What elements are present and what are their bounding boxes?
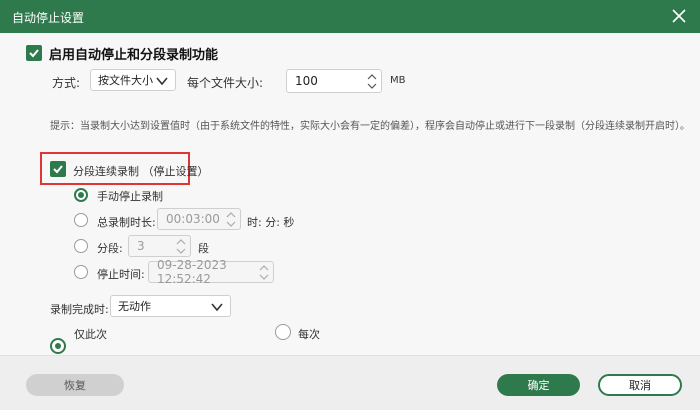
radio-once[interactable] bbox=[50, 338, 66, 354]
mode-label: 方式: bbox=[52, 76, 81, 90]
enable-checkbox[interactable] bbox=[26, 45, 42, 61]
duration-down-arrow-icon[interactable] bbox=[225, 219, 237, 228]
segments-label: 分段: bbox=[97, 242, 123, 255]
duration-units: 时: 分: 秒 bbox=[247, 216, 295, 229]
dialog-footer: 恢复 确定 取消 bbox=[0, 355, 700, 410]
settings-panel: 启用自动停止和分段录制功能 方式: 按文件大小 每个文件大小: 100 MB 提… bbox=[0, 33, 700, 355]
stop-time-down-arrow-icon[interactable] bbox=[258, 272, 270, 281]
once-label: 仅此次 bbox=[74, 328, 107, 341]
close-icon[interactable] bbox=[670, 7, 688, 25]
segments-unit: 段 bbox=[198, 242, 209, 255]
manual-stop-label: 手动停止录制 bbox=[97, 190, 163, 203]
stop-time-label: 停止时间: bbox=[97, 268, 145, 281]
stop-time-input[interactable]: 09-28-2023 12:52:42 bbox=[148, 258, 274, 286]
radio-manual-stop[interactable] bbox=[74, 188, 88, 202]
segment-label: 分段连续录制 （停止设置） bbox=[73, 165, 209, 178]
mode-select-value: 按文件大小 bbox=[98, 74, 153, 87]
size-unit: MB bbox=[390, 75, 406, 86]
size-down-arrow-icon[interactable] bbox=[366, 81, 378, 90]
on-complete-label: 录制完成时: bbox=[50, 303, 109, 316]
hint-text: 提示：当录制大小达到设置值时（由于系统文件的特性，实际大小会有一定的偏差），程序… bbox=[50, 121, 690, 132]
segments-value: 3 bbox=[137, 239, 145, 253]
size-up-arrow-icon[interactable] bbox=[366, 72, 378, 81]
on-complete-value: 无动作 bbox=[118, 300, 151, 313]
ok-button[interactable]: 确定 bbox=[497, 374, 580, 396]
enable-label: 启用自动停止和分段录制功能 bbox=[49, 48, 219, 63]
cancel-button[interactable]: 取消 bbox=[598, 374, 682, 396]
size-value: 100 bbox=[295, 74, 318, 88]
duration-value: 00:03:00 bbox=[166, 212, 220, 226]
window-title: 自动停止设置 bbox=[12, 11, 85, 25]
radio-duration[interactable] bbox=[74, 213, 88, 227]
radio-every[interactable] bbox=[275, 324, 291, 340]
on-complete-select[interactable]: 无动作 bbox=[110, 295, 231, 317]
segments-up-arrow-icon[interactable] bbox=[175, 237, 187, 246]
radio-stop-time[interactable] bbox=[74, 265, 88, 279]
every-label: 每次 bbox=[298, 328, 320, 341]
size-input[interactable]: 100 bbox=[286, 69, 382, 93]
chevron-down-icon bbox=[211, 303, 223, 312]
check-icon bbox=[53, 165, 63, 174]
stop-time-value: 09-28-2023 12:52:42 bbox=[157, 258, 227, 286]
segment-checkbox[interactable] bbox=[50, 161, 66, 177]
segments-down-arrow-icon[interactable] bbox=[175, 246, 187, 255]
chevron-down-icon bbox=[156, 77, 168, 86]
duration-up-arrow-icon[interactable] bbox=[225, 210, 237, 219]
stop-time-up-arrow-icon[interactable] bbox=[258, 263, 270, 272]
check-icon bbox=[29, 49, 39, 58]
segments-input[interactable]: 3 bbox=[128, 235, 191, 257]
reset-button[interactable]: 恢复 bbox=[26, 374, 124, 396]
title-bar: 自动停止设置 bbox=[0, 0, 700, 33]
duration-input[interactable]: 00:03:00 bbox=[157, 208, 241, 230]
mode-select[interactable]: 按文件大小 bbox=[90, 69, 176, 91]
size-label: 每个文件大小: bbox=[187, 76, 264, 90]
radio-segments[interactable] bbox=[74, 239, 88, 253]
duration-label: 总录制时长: bbox=[97, 216, 156, 229]
